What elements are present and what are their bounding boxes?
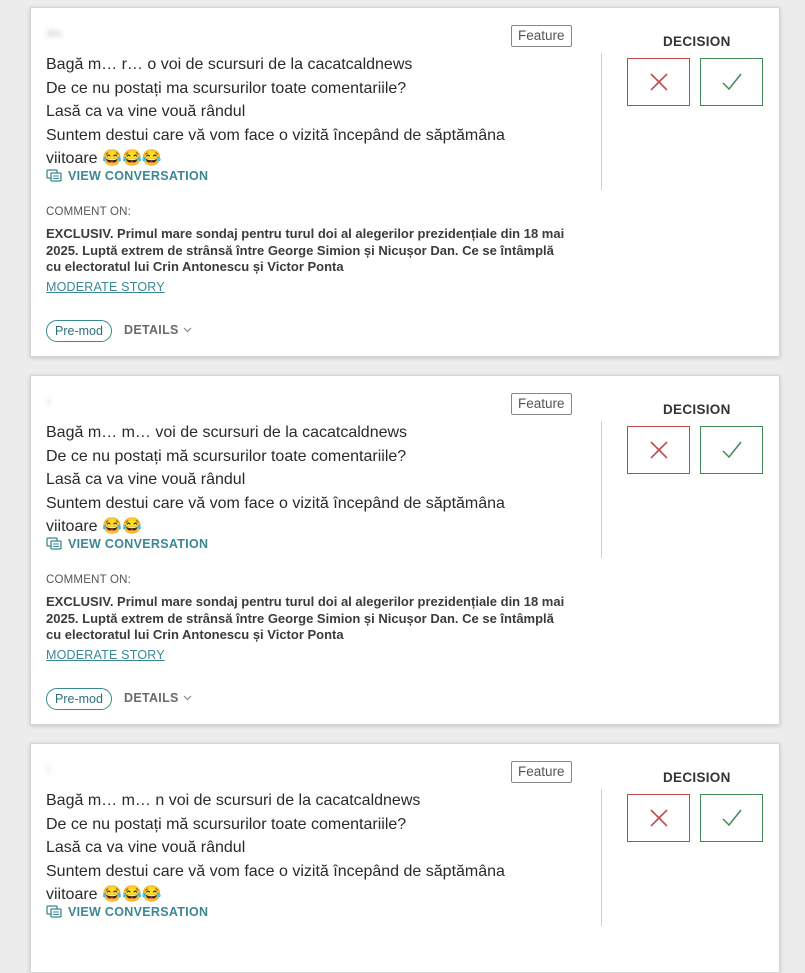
reject-button[interactable] bbox=[627, 426, 690, 474]
view-conversation-link[interactable]: VIEW CONVERSATION bbox=[46, 905, 208, 919]
comment-line: Bagă m… m… voi de scursuri de la cacatca… bbox=[46, 424, 408, 441]
view-conversation-link[interactable]: VIEW CONVERSATION bbox=[46, 169, 208, 183]
feature-tag[interactable]: Feature bbox=[511, 25, 572, 47]
moderate-story-link[interactable]: MODERATE STORY bbox=[46, 648, 165, 662]
comment-line: Lasă ca va vine vouă rândul bbox=[46, 839, 246, 856]
view-conversation-link[interactable]: VIEW CONVERSATION bbox=[46, 537, 208, 551]
approve-button[interactable] bbox=[700, 58, 763, 106]
comment-body: Bagă m… m… n voi de scursuri de la cacat… bbox=[46, 789, 566, 907]
check-icon bbox=[721, 809, 742, 827]
check-icon bbox=[721, 441, 742, 459]
details-toggle[interactable]: DETAILS bbox=[124, 691, 192, 705]
divider bbox=[601, 789, 602, 926]
chevron-down-icon bbox=[183, 327, 192, 333]
view-conversation-label: VIEW CONVERSATION bbox=[68, 537, 209, 551]
comment-body: Bagă m… r… o voi de scursuri de la cacat… bbox=[46, 53, 566, 171]
comment-line: Bagă m… r… o voi de scursuri de la cacat… bbox=[46, 56, 413, 73]
check-icon bbox=[721, 73, 742, 91]
story-title: EXCLUSIV. Primul mare sondaj pentru turu… bbox=[46, 226, 565, 274]
feature-tag[interactable]: Feature bbox=[511, 393, 572, 415]
comment-card: r Feature Bagă m… m… voi de scursuri de … bbox=[30, 375, 780, 725]
comment-on-label: COMMENT ON: bbox=[46, 574, 132, 586]
conversation-icon bbox=[46, 169, 62, 182]
reject-button[interactable] bbox=[627, 794, 690, 842]
reject-button[interactable] bbox=[627, 58, 690, 106]
premod-badge: Pre-mod bbox=[46, 320, 112, 342]
comment-card: Ilm Feature Bagă m… r… o voi de scursuri… bbox=[30, 7, 780, 357]
decision-label: DECISION bbox=[663, 34, 731, 49]
divider bbox=[601, 53, 602, 190]
decision-label: DECISION bbox=[663, 402, 731, 417]
comment-card: i Feature Bagă m… m… n voi de scursuri d… bbox=[30, 743, 780, 973]
approve-button[interactable] bbox=[700, 794, 763, 842]
comment-author: i bbox=[47, 764, 50, 776]
chevron-down-icon bbox=[183, 695, 192, 701]
view-conversation-label: VIEW CONVERSATION bbox=[68, 169, 209, 183]
comment-line: Suntem destui care vă vom face o vizită … bbox=[46, 494, 505, 536]
comment-author: r bbox=[47, 396, 51, 408]
comment-line: Bagă m… m… n voi de scursuri de la cacat… bbox=[46, 792, 421, 809]
comment-line: Suntem destui care vă vom face o vizită … bbox=[46, 126, 505, 168]
decision-label: DECISION bbox=[663, 770, 731, 785]
comment-line: Suntem destui care vă vom face o vizită … bbox=[46, 862, 505, 904]
close-icon bbox=[649, 441, 668, 459]
story-title: EXCLUSIV. Primul mare sondaj pentru turu… bbox=[46, 594, 565, 642]
details-toggle[interactable]: DETAILS bbox=[124, 323, 192, 337]
divider bbox=[601, 421, 602, 558]
view-conversation-label: VIEW CONVERSATION bbox=[68, 905, 209, 919]
details-label: DETAILS bbox=[124, 691, 179, 705]
comment-on-label: COMMENT ON: bbox=[46, 206, 132, 218]
comment-line: De ce nu postați ma scursurilor toate co… bbox=[46, 79, 407, 97]
comment-line: De ce nu postați mă scursurilor toate co… bbox=[46, 447, 407, 465]
comment-line: Lasă ca va vine vouă rândul bbox=[46, 471, 246, 488]
premod-badge: Pre-mod bbox=[46, 688, 112, 710]
details-label: DETAILS bbox=[124, 323, 179, 337]
moderate-story-link[interactable]: MODERATE STORY bbox=[46, 280, 165, 294]
comment-author: Ilm bbox=[47, 28, 62, 40]
feature-tag[interactable]: Feature bbox=[511, 761, 572, 783]
comment-body: Bagă m… m… voi de scursuri de la cacatca… bbox=[46, 421, 566, 539]
conversation-icon bbox=[46, 537, 62, 550]
close-icon bbox=[649, 809, 668, 827]
comment-line: Lasă ca va vine vouă rândul bbox=[46, 103, 246, 120]
comment-line: De ce nu postați mă scursurilor toate co… bbox=[46, 815, 407, 833]
conversation-icon bbox=[46, 905, 62, 918]
close-icon bbox=[649, 73, 668, 91]
approve-button[interactable] bbox=[700, 426, 763, 474]
